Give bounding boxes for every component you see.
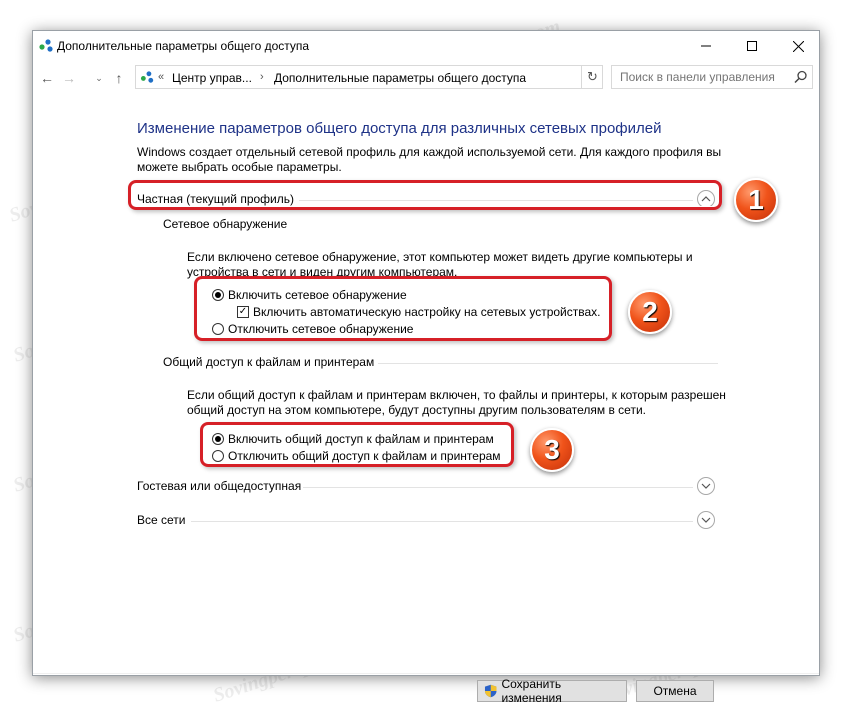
title-bar: Дополнительные параметры общего доступа — [33, 31, 819, 61]
search-box[interactable] — [611, 65, 813, 89]
back-button[interactable]: ← — [39, 70, 55, 86]
annotation-badge-1: 1 — [734, 178, 778, 222]
up-button[interactable]: ↑ — [111, 70, 127, 86]
address-bar[interactable]: « Центр управ... › Дополнительные параме… — [135, 65, 674, 89]
search-input[interactable] — [612, 66, 792, 88]
recent-locations-button[interactable]: ⌄ — [91, 70, 107, 86]
forward-button[interactable]: → — [61, 70, 77, 86]
arrow-right-icon: → — [62, 70, 76, 86]
minimize-button[interactable] — [683, 31, 729, 61]
annotation-badge-2: 2 — [628, 290, 672, 334]
shield-icon — [484, 684, 497, 698]
refresh-icon: ↻ — [587, 69, 598, 84]
file-sharing-description: Если общий доступ к файлам и принтерам в… — [187, 388, 726, 417]
breadcrumb-separator-icon: › — [260, 71, 264, 83]
highlight-frame-2 — [194, 276, 612, 341]
minimize-icon — [701, 45, 711, 47]
subheader-network-discovery: Сетевое обнаружение — [163, 217, 288, 231]
arrow-left-icon: ← — [40, 70, 54, 86]
expand-all-networks-button[interactable] — [697, 511, 715, 529]
refresh-button[interactable]: ↻ — [581, 65, 603, 89]
save-label: Сохранить изменения — [501, 677, 562, 705]
divider — [303, 487, 693, 488]
breadcrumb-control-center[interactable]: Центр управ... — [172, 71, 252, 85]
page-title: Изменение параметров общего доступа для … — [137, 120, 662, 137]
intro-text: Windows создает отдельный сетевой профил… — [137, 145, 722, 174]
subheader-file-sharing: Общий доступ к файлам и принтерам — [163, 355, 375, 369]
divider — [33, 673, 819, 674]
highlight-frame-1 — [128, 180, 722, 210]
chevron-down-icon — [701, 483, 711, 489]
close-icon — [792, 40, 804, 52]
chevron-down-icon: ⌄ — [95, 72, 103, 83]
arrow-up-icon: ↑ — [115, 70, 123, 86]
breadcrumb-advanced-sharing[interactable]: Дополнительные параметры общего доступа — [274, 71, 526, 85]
cancel-button[interactable]: Отмена — [636, 680, 714, 702]
divider — [378, 363, 718, 364]
save-changes-button[interactable]: Сохранить изменения — [477, 677, 627, 705]
maximize-icon — [747, 41, 757, 51]
navigation-bar: ← → ⌄ ↑ « Центр управ... › Дополнительны… — [33, 61, 819, 93]
divider — [191, 521, 693, 522]
section-header-all-networks[interactable]: Все сети — [137, 513, 186, 527]
section-header-guest[interactable]: Гостевая или общедоступная — [137, 479, 301, 493]
cancel-label: Отмена — [653, 684, 697, 698]
chevron-down-icon — [701, 517, 711, 523]
expand-guest-button[interactable] — [697, 477, 715, 495]
maximize-button[interactable] — [729, 31, 775, 61]
control-panel-window: Дополнительные параметры общего доступа … — [32, 30, 820, 705]
network-icon — [140, 71, 154, 83]
overflow-chevron[interactable]: « — [158, 71, 164, 83]
close-button[interactable] — [775, 31, 821, 61]
search-icon[interactable] — [794, 70, 808, 84]
network-icon — [39, 39, 53, 52]
window-title: Дополнительные параметры общего доступа — [57, 39, 310, 53]
annotation-badge-3: 3 — [530, 428, 574, 472]
highlight-frame-3 — [200, 422, 514, 467]
